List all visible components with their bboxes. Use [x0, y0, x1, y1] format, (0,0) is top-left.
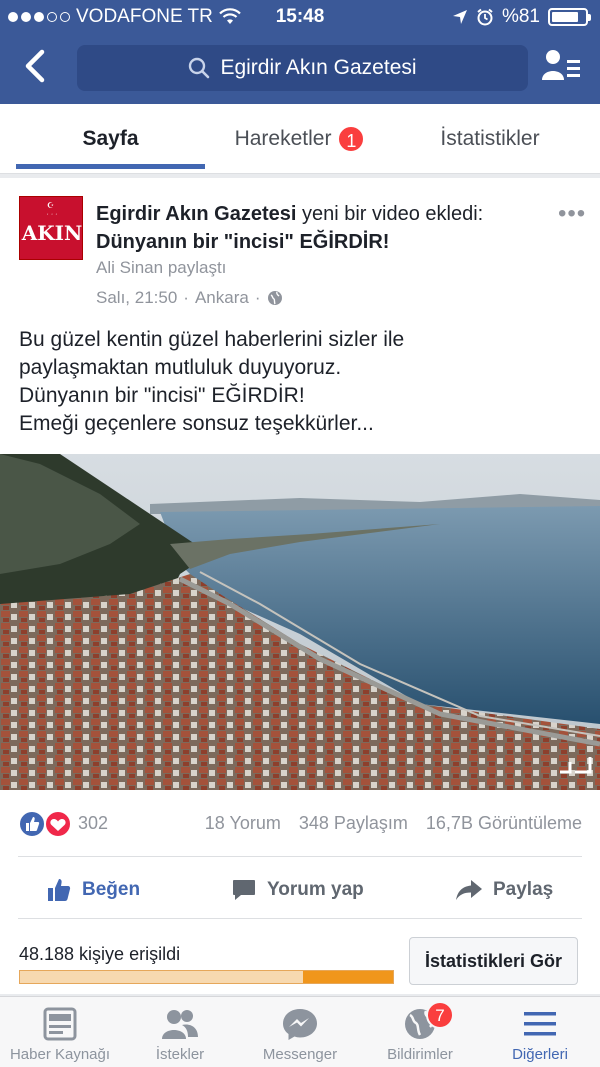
engagement-stats: 18 Yorum 348 Paylaşım 16,7B Görüntüleme [205, 813, 582, 834]
search-bar[interactable]: Egirdir Akın Gazetesi [77, 45, 528, 91]
meta-separator: · [183, 288, 189, 307]
comments-count[interactable]: 18 Yorum [205, 813, 281, 834]
like-button[interactable]: Beğen [46, 862, 140, 918]
crescent-star-icon: ☪ [47, 201, 55, 210]
messenger-icon [283, 1009, 317, 1040]
reactions-row: 302 18 Yorum 348 Paylaşım 16,7B Görüntül… [0, 800, 600, 848]
nav-friend-requests[interactable]: İstekler [120, 997, 240, 1067]
profile-list-icon[interactable] [540, 46, 584, 86]
tab-label: Hareketler [234, 127, 332, 150]
nav-more[interactable]: Diğerleri [480, 997, 600, 1067]
alarm-icon [477, 8, 493, 26]
like-label: Beğen [82, 879, 141, 900]
nav-label: Diğerleri [512, 1046, 568, 1063]
reach-bar-fill [303, 971, 393, 983]
menu-icon [524, 1012, 556, 1036]
more-options-icon[interactable]: ••• [558, 200, 586, 228]
comment-label: Yorum yap [267, 879, 364, 900]
status-right: %81 [452, 6, 591, 28]
search-icon [189, 57, 210, 79]
bottom-nav: Haber Kaynağı İstekler Messenger 7 Bildi… [0, 996, 600, 1067]
views-count: 16,7B Görüntüleme [425, 813, 582, 833]
comment-icon [233, 880, 255, 900]
top-bar: VODAFONE TR 15:48 %81 Egirdir Akın Gazet… [0, 0, 600, 104]
post-header: Egirdir Akın Gazetesi yeni bir video ekl… [96, 200, 556, 256]
nav-label: İstekler [155, 1046, 205, 1063]
share-button[interactable]: Paylaş [455, 862, 553, 918]
back-chevron-icon[interactable] [18, 48, 54, 84]
meta-separator: · [254, 288, 261, 307]
divider [18, 856, 582, 857]
status-bar: VODAFONE TR 15:48 %81 [0, 0, 600, 34]
reactions-count[interactable]: 302 [78, 813, 108, 834]
nav-label: Bildirimler [387, 1046, 453, 1063]
battery-icon [548, 8, 591, 26]
post-text-line: Bu güzel kentin güzel haberlerini sizler… [19, 328, 405, 351]
video-thumbnail[interactable] [0, 454, 600, 790]
tab-badge: 1 [337, 125, 366, 153]
post-text-line: paylaşmaktan mutluluk duyuyoruz. [19, 356, 342, 379]
comment-button[interactable]: Yorum yap [231, 862, 364, 918]
tab-label: Sayfa [82, 127, 139, 150]
logo-subtitle: · · · [46, 211, 58, 218]
nav-notifications[interactable]: 7 Bildirimler [360, 997, 480, 1067]
reach-text: 48.188 kişiye erişildi [19, 944, 181, 964]
logo-text: AKIN [21, 221, 83, 245]
page-name-link[interactable]: Egirdir Akın Gazetesi [96, 203, 296, 225]
friend-requests-icon [162, 1010, 198, 1039]
post-text-line: Emeği geçenlere sonsuz teşekkürler... [19, 412, 374, 435]
page-avatar[interactable]: ☪ · · · AKIN [19, 196, 83, 260]
share-label: Paylaş [493, 879, 554, 900]
tab-hareketler[interactable]: Hareketler 1 [205, 104, 395, 174]
nav-messenger[interactable]: Messenger [240, 997, 360, 1067]
post-actions: Beğen Yorum yap Paylaş [0, 862, 600, 918]
battery-percent: %81 [501, 6, 540, 27]
reach-bar [19, 970, 394, 984]
location-arrow-icon [452, 10, 467, 24]
video-title[interactable]: Dünyanın bir "incisi" EĞİRDİR! [96, 231, 389, 253]
search-text: Egirdir Akın Gazetesi [220, 56, 417, 79]
view-insights-button[interactable]: İstatistikleri Gör [409, 937, 578, 985]
reaction-icons[interactable] [18, 810, 74, 838]
tab-istatistikler[interactable]: İstatistikler [395, 104, 585, 174]
nav-news-feed[interactable]: Haber Kaynağı [0, 997, 120, 1067]
post-text: Bu güzel kentin güzel haberlerini sizler… [19, 326, 589, 438]
tab-label: İstatistikler [440, 127, 540, 150]
shares-count[interactable]: 348 Paylaşım [299, 813, 408, 834]
share-arrow-icon [456, 880, 482, 900]
active-tab-indicator [16, 164, 205, 169]
post-text-line: Dünyanın bir "incisi" EĞİRDİR! [19, 384, 305, 407]
globe-privacy-icon [267, 291, 282, 305]
post-meta: Salı, 21:50 · Ankara · [96, 288, 283, 308]
post-time[interactable]: Salı, 21:50 [96, 288, 177, 308]
shared-by: Ali Sinan paylaştı [96, 258, 227, 277]
divider [18, 918, 582, 919]
post-action: yeni bir video ekledi: [296, 203, 484, 225]
post-location[interactable]: Ankara [195, 288, 249, 308]
nav-label: Messenger [262, 1046, 338, 1063]
news-feed-icon [43, 1007, 77, 1041]
battery-fill [552, 12, 578, 22]
notifications-badge: 7 [426, 1001, 454, 1029]
lake-town-image [0, 454, 600, 790]
thumbs-up-icon [48, 879, 71, 901]
nav-label: Haber Kaynağı [9, 1046, 111, 1063]
